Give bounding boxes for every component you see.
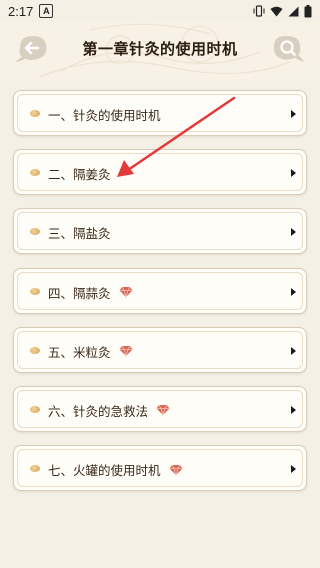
battery-icon bbox=[304, 4, 312, 17]
chevron-right-icon bbox=[291, 169, 296, 178]
list-item[interactable]: 二、隔姜灸 bbox=[13, 149, 307, 196]
chevron-right-icon bbox=[291, 405, 296, 414]
vip-gem-icon bbox=[169, 464, 183, 476]
vip-gem-icon bbox=[119, 286, 133, 299]
header: 第一章针灸的使用时机 bbox=[0, 22, 320, 80]
page-title: 第一章针灸的使用时机 bbox=[82, 40, 238, 58]
list-item-label: 四、隔蒜灸 bbox=[48, 283, 133, 302]
list-item[interactable]: 三、隔盐灸 bbox=[13, 208, 307, 255]
list-item-text: 三、隔盐灸 bbox=[48, 226, 111, 242]
vibrate-icon bbox=[253, 5, 265, 17]
bullet-icon bbox=[30, 169, 40, 177]
back-arrow-icon bbox=[16, 36, 47, 62]
list-item[interactable]: 七、火罐的使用时机 bbox=[13, 445, 307, 492]
list-item-text: 一、针灸的使用时机 bbox=[48, 108, 161, 123]
vip-gem-icon bbox=[119, 346, 133, 358]
chevron-right-icon bbox=[291, 346, 296, 355]
list-item-text: 二、隔姜灸 bbox=[48, 167, 111, 183]
chevron-right-icon bbox=[291, 228, 296, 237]
bullet-icon bbox=[30, 405, 40, 413]
list-item[interactable]: 四、隔蒜灸 bbox=[13, 267, 307, 314]
list-item-label: 三、隔盐灸 bbox=[48, 223, 111, 242]
wifi-icon bbox=[270, 6, 283, 16]
list-item-label: 六、针灸的急救法 bbox=[48, 401, 170, 420]
list-item-label: 二、隔姜灸 bbox=[48, 164, 111, 183]
chevron-right-icon bbox=[291, 110, 296, 118]
vip-gem-icon bbox=[156, 405, 170, 417]
status-time: 2:17 bbox=[8, 3, 34, 19]
chapter-list: 一、针灸的使用时机 二、隔姜灸三、隔盐灸四、隔蒜灸五、米粒灸六、针灸的急救法 七、火… bbox=[13, 90, 307, 504]
chevron-right-icon bbox=[291, 465, 296, 474]
chevron-right-icon bbox=[291, 287, 296, 296]
list-item-label: 七、火罐的使用时机 bbox=[48, 460, 183, 479]
bullet-icon bbox=[30, 110, 40, 117]
bullet-icon bbox=[30, 346, 40, 354]
list-item[interactable]: 五、米粒灸 bbox=[13, 326, 307, 373]
bullet-icon bbox=[30, 228, 40, 236]
search-icon bbox=[273, 36, 304, 62]
list-item-text: 五、米粒灸 bbox=[48, 344, 111, 360]
bullet-icon bbox=[30, 465, 40, 473]
status-bar: 2:17 A bbox=[0, 0, 320, 22]
list-item-text: 七、火罐的使用时机 bbox=[48, 463, 161, 479]
list-item-label: 一、针灸的使用时机 bbox=[48, 105, 161, 124]
list-item-label: 五、米粒灸 bbox=[48, 342, 133, 361]
status-left: 2:17 A bbox=[8, 3, 54, 19]
list-item-text: 四、隔蒜灸 bbox=[48, 285, 111, 301]
app-badge-icon: A bbox=[39, 4, 54, 18]
status-icons bbox=[253, 4, 312, 18]
list-item[interactable]: 六、针灸的急救法 bbox=[13, 385, 307, 432]
search-button[interactable] bbox=[270, 32, 306, 64]
list-item-text: 六、针灸的急救法 bbox=[48, 403, 149, 419]
back-button[interactable] bbox=[14, 32, 50, 64]
signal-icon bbox=[288, 6, 299, 16]
list-item[interactable]: 一、针灸的使用时机 bbox=[13, 90, 307, 136]
bullet-icon bbox=[30, 287, 40, 295]
